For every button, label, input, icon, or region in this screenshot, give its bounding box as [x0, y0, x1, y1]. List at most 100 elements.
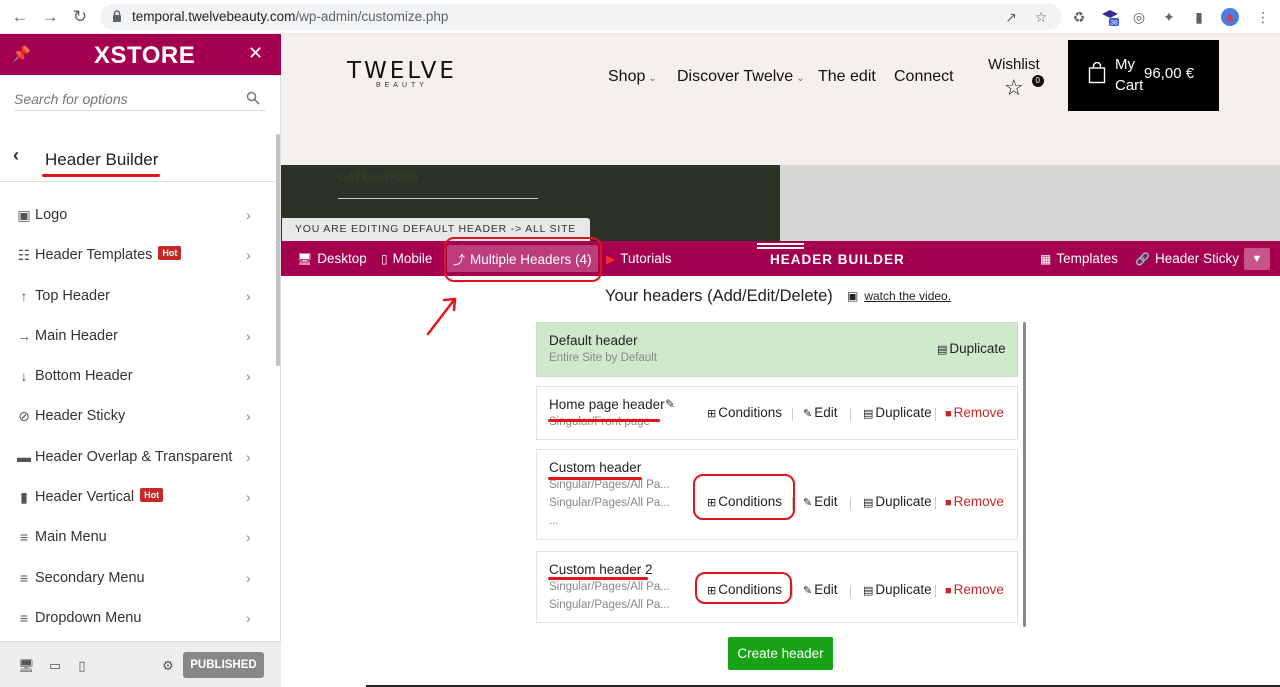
panel-item-header-sticky[interactable]: ⊘ Header Sticky › [0, 396, 274, 436]
watch-video-link[interactable]: watch the video. [864, 289, 951, 303]
remove-button[interactable]: ■ Remove [945, 405, 1004, 420]
panel-item-text: Header Overlap & Transparent [35, 449, 232, 465]
back-chevron-icon[interactable]: ‹ [13, 145, 19, 166]
duplicate-button[interactable]: ▤ Duplicate [863, 582, 932, 597]
nav-discover[interactable]: Discover Twelve ⌄ [677, 68, 805, 86]
site-logo[interactable]: TWELVE BEAUTY [347, 58, 457, 89]
remove-button[interactable]: ■ Remove [945, 494, 1004, 509]
edit-button[interactable]: ✎ Edit [803, 405, 837, 420]
hero-divider [338, 198, 538, 199]
panel-item-logo[interactable]: ▣ Logo › [0, 195, 274, 235]
panel-item-main-header[interactable]: → Main Header › [0, 316, 274, 356]
default-header-card: Default header Entire Site by Default ▤ Dup… [536, 322, 1018, 377]
annotation-circle-multiple-headers [444, 237, 602, 282]
header-builder-title: HEADER BUILDER [770, 252, 905, 267]
nav-shop[interactable]: Shop ⌄ [608, 68, 657, 86]
share-icon[interactable]: ↗ [1002, 8, 1020, 26]
tab-desktop[interactable]: 🖥 Desktop [297, 251, 367, 266]
panel-item-bottom-header[interactable]: ↓ Bottom Header › [0, 356, 274, 396]
panel-item-header-templates[interactable]: ☷ Header Templates Hot › [0, 235, 274, 275]
chevron-right-icon: › [246, 327, 251, 344]
image-icon: ▣ [17, 207, 31, 223]
globe-icon[interactable]: ◎ [1130, 8, 1148, 26]
panel-scrollbar[interactable] [276, 134, 280, 366]
panel-item-main-menu[interactable]: ≡ Main Menu › [0, 517, 274, 557]
cart-button[interactable]: My Cart 96,00 € [1068, 40, 1219, 111]
headers-heading: Your headers (Add/Edit/Delete) [605, 287, 833, 305]
mobile-icon: ▯ [381, 252, 388, 266]
mobile-preview-icon[interactable]: ▯ [74, 658, 90, 674]
create-header-button[interactable]: Create header [728, 637, 833, 670]
chevron-right-icon: › [246, 368, 251, 385]
duplicate-button[interactable]: ▤ Duplicate [863, 405, 932, 420]
tab-mobile[interactable]: ▯ Mobile [381, 251, 432, 266]
headers-scrollbar[interactable] [1023, 322, 1026, 627]
panel-item-header-vertical[interactable]: ▮ Header Vertical Hot › [0, 477, 274, 517]
publish-button[interactable]: PUBLISHED [183, 652, 264, 678]
profile-avatar-icon[interactable] [1221, 8, 1239, 26]
shopping-bag-icon [1088, 62, 1106, 84]
desktop-preview-icon[interactable]: 🖥 [18, 658, 35, 674]
chevron-right-icon: › [246, 569, 251, 586]
url-text: temporal.twelvebeauty.com/wp-admin/custo… [132, 9, 449, 24]
site-header: TWELVE BEAUTY Shop ⌄ Discover Twelve ⌄ The… [281, 34, 1280, 165]
graduation-cap-icon[interactable]: 38 [1101, 8, 1119, 27]
chevron-right-icon: › [246, 609, 251, 626]
nav-connect[interactable]: Connect [894, 68, 954, 86]
browser-menu-icon[interactable]: ⋮ [1254, 8, 1272, 26]
copy-icon: ▤ [937, 344, 948, 356]
tablet-preview-icon[interactable]: ▭ [47, 658, 63, 674]
wishlist-link[interactable]: Wishlist ☆ 0 [988, 56, 1044, 101]
remove-button[interactable]: ■ Remove [945, 582, 1004, 597]
panel-item-text: Main Menu [35, 529, 107, 545]
reload-icon[interactable]: ↻ [70, 7, 90, 27]
pin-icon[interactable]: 📌 [12, 45, 31, 63]
templates-button[interactable]: ▦ Templates [1040, 251, 1118, 266]
recycle-icon[interactable]: ♻ [1070, 8, 1088, 26]
panel-item-text: Header Sticky [35, 408, 125, 424]
panel-item-label: Main Header [35, 327, 119, 344]
grid-icon: ☷ [17, 247, 31, 264]
separator [935, 497, 936, 510]
gear-icon[interactable]: ⚙ [160, 658, 176, 674]
youtube-icon: ▶ [606, 252, 616, 266]
annotation-underline [42, 174, 160, 177]
header-sticky-button[interactable]: 🔗 Header Sticky [1135, 251, 1239, 266]
panel-item-label: Logo [35, 207, 68, 223]
panel-item-secondary-menu[interactable]: ≡ Secondary Menu › [0, 558, 274, 598]
panel-item-text: Logo [35, 207, 67, 223]
bookmark-star-icon[interactable]: ☆ [1032, 8, 1050, 26]
edit-button[interactable]: ✎ Edit [803, 582, 837, 597]
duplicate-button[interactable]: ▤ Duplicate [863, 494, 932, 509]
search-icon[interactable] [246, 91, 260, 105]
annotation-arrow-icon [426, 297, 457, 336]
section-title: Header Builder [45, 150, 159, 169]
panel-item-header-overlap-transparent[interactable]: ▬ Header Overlap & Transparent › [0, 437, 274, 477]
wishlist-label: Wishlist [988, 56, 1040, 73]
chevron-down-icon: ⌄ [796, 73, 805, 84]
sidebar-toggle-icon[interactable]: ▮ [1190, 8, 1208, 26]
close-icon[interactable]: ✕ [248, 43, 263, 64]
puzzle-extensions-icon[interactable]: ✦ [1160, 8, 1178, 26]
forward-arrow-icon[interactable]: → [40, 7, 60, 27]
header-condition-summary: Singular/Pages/All Pa... [549, 497, 670, 509]
duplicate-button[interactable]: ▤ Duplicate [937, 341, 1006, 356]
tab-tutorials[interactable]: ▶ Tutorials [606, 251, 672, 266]
panel-item-dropdown-menu[interactable]: ≡ Dropdown Menu › [0, 598, 274, 638]
cart-price: 96,00 € [1144, 65, 1195, 82]
address-bar[interactable]: temporal.twelvebeauty.com/wp-admin/custo… [100, 4, 1062, 30]
panel-item-text: Header Templates Hot [35, 246, 182, 263]
arrow-right-icon: → [17, 327, 31, 344]
conditions-button[interactable]: ⊞ Conditions [707, 405, 782, 420]
back-arrow-icon[interactable]: ← [10, 7, 30, 27]
edit-button[interactable]: ✎ Edit [803, 494, 837, 509]
search-input[interactable] [14, 87, 266, 111]
menu-icon: ≡ [19, 609, 29, 626]
panel-menu-list: ▣ Logo › ☷ Header Templates Hot › ↑ Top Header › →… [0, 195, 274, 638]
pencil-icon[interactable]: ✎ [665, 397, 675, 411]
panel-item-top-header[interactable]: ↑ Top Header › [0, 276, 274, 316]
nav-the-edit[interactable]: The edit [818, 68, 876, 86]
drag-handle-icon[interactable] [757, 243, 804, 245]
collapse-chevron-icon[interactable]: ▼ [1244, 248, 1270, 270]
video-link-wrap: ▣ watch the video. [847, 289, 951, 303]
